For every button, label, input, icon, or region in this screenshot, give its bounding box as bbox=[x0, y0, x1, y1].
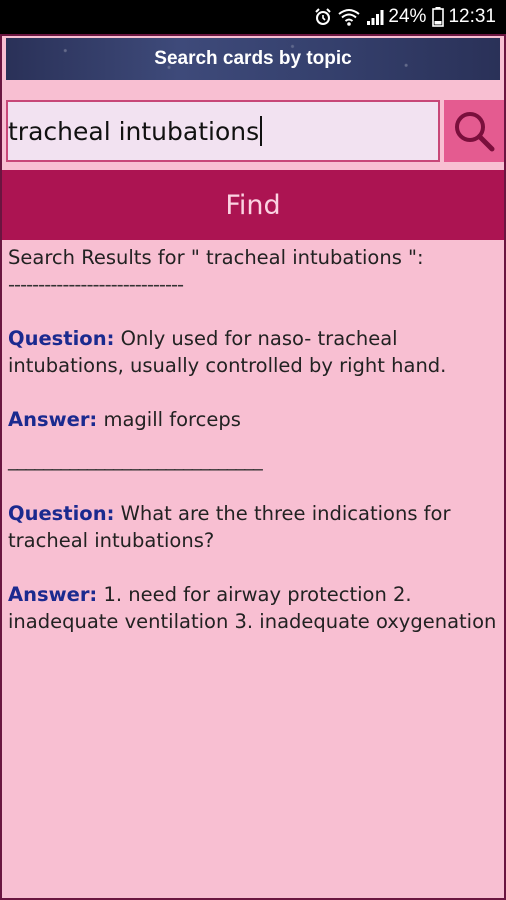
results-header: Search Results for " tracheal intubation… bbox=[8, 246, 424, 269]
result-separator: _____________________________ bbox=[8, 448, 263, 471]
search-input-value: tracheal intubations bbox=[8, 116, 260, 146]
alarm-icon bbox=[314, 8, 332, 26]
battery-icon bbox=[432, 7, 445, 27]
result-answer: Answer: magill forceps bbox=[8, 406, 500, 433]
battery-percent: 24% bbox=[388, 6, 427, 27]
results-divider: ----------------------------- bbox=[8, 273, 184, 296]
status-bar: 24% 12:31 bbox=[0, 0, 506, 34]
question-label: Question: bbox=[8, 502, 115, 525]
search-icon bbox=[455, 112, 495, 152]
answer-label: Answer: bbox=[8, 583, 98, 606]
result-answer: Answer: 1. need for airway protection 2.… bbox=[8, 581, 500, 635]
search-input[interactable]: tracheal intubations bbox=[6, 100, 440, 162]
answer-label: Answer: bbox=[8, 408, 98, 431]
answer-text: magill forceps bbox=[97, 408, 241, 431]
question-label: Question: bbox=[8, 327, 115, 350]
clock: 12:31 bbox=[448, 6, 496, 27]
page-title: Search cards by topic bbox=[6, 38, 500, 80]
text-caret bbox=[260, 116, 263, 146]
search-button[interactable] bbox=[444, 100, 504, 162]
search-row: tracheal intubations bbox=[2, 90, 504, 168]
find-button[interactable]: Find bbox=[2, 170, 504, 240]
wifi-icon bbox=[338, 8, 361, 26]
result-question: Question: Only used for naso- tracheal i… bbox=[8, 325, 500, 379]
search-results: Search Results for " tracheal intubation… bbox=[8, 244, 500, 635]
result-question: Question: What are the three indications… bbox=[8, 500, 500, 554]
app-frame: Search cards by topic tracheal intubatio… bbox=[0, 34, 506, 900]
signal-icon bbox=[366, 8, 384, 26]
